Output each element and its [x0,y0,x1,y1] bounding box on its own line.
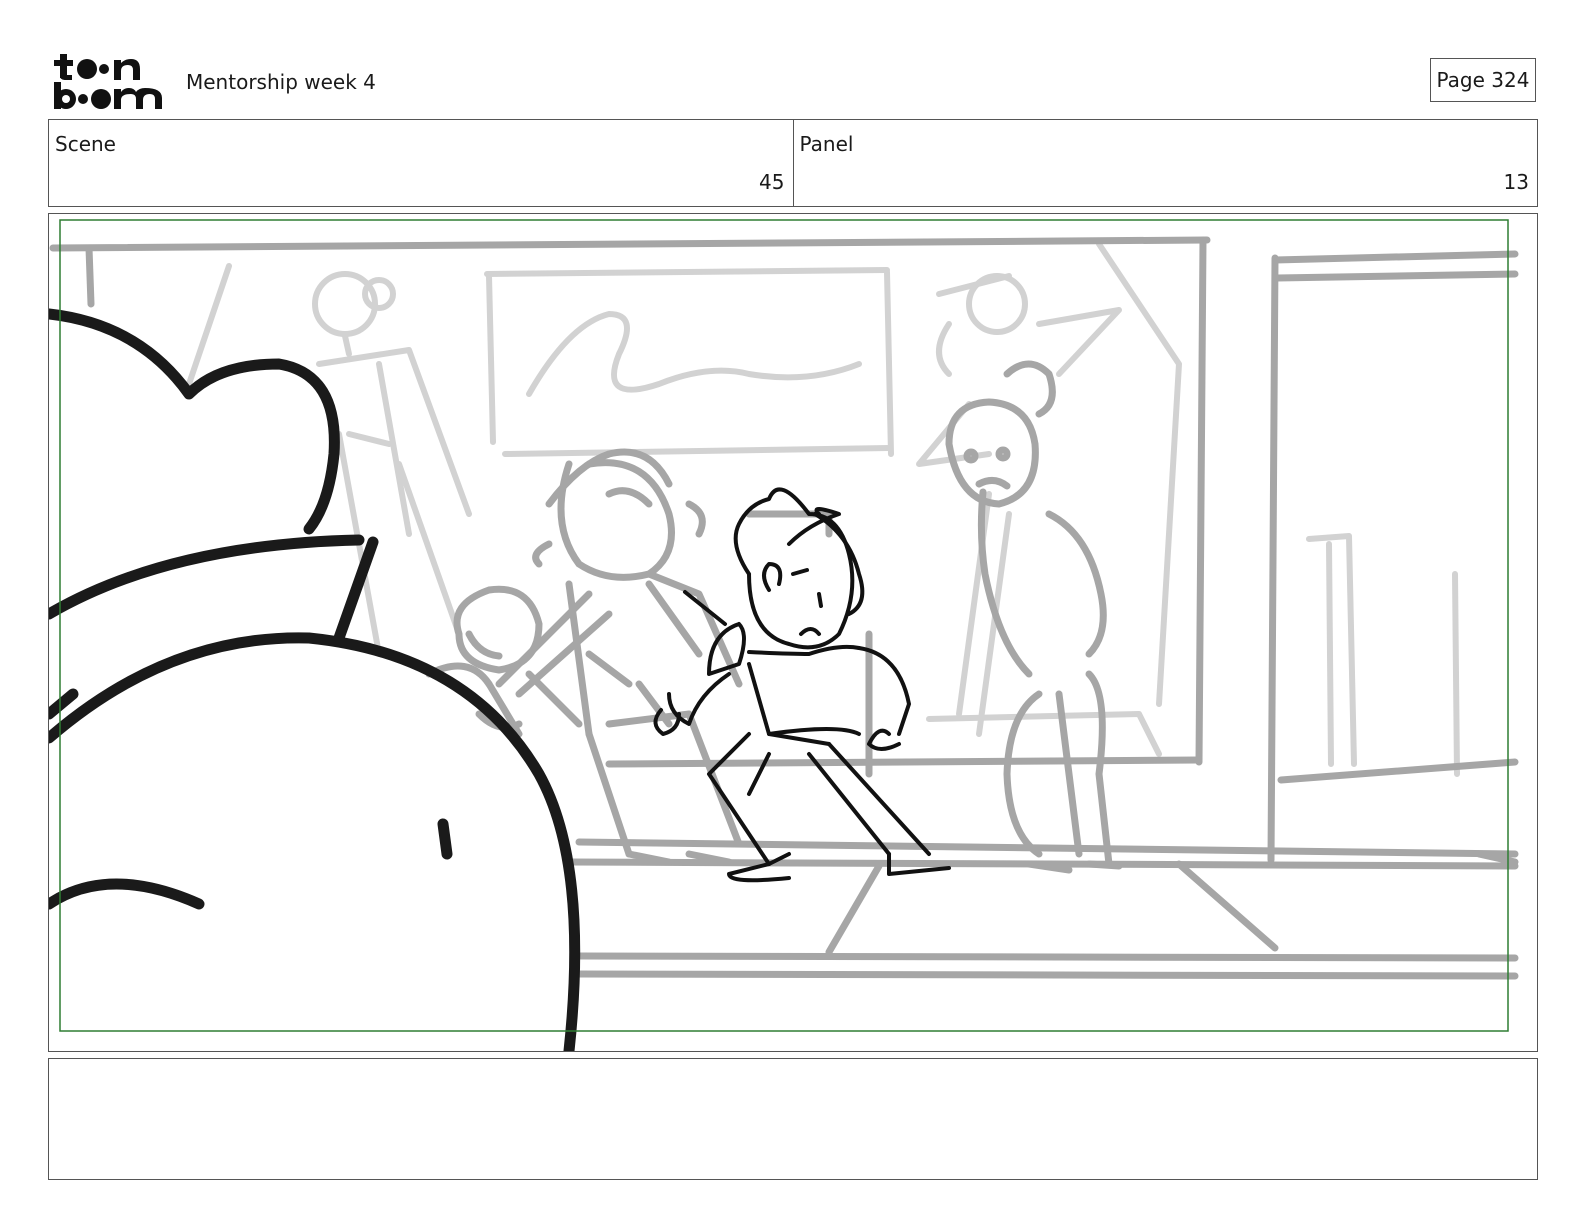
scene-number: 45 [759,170,785,194]
panel-notes-box [48,1058,1538,1180]
page-number: Page 324 [1436,68,1530,92]
scene-label: Scene [55,132,116,156]
background-sketch-mid [49,236,1519,980]
scene-panel-row: Scene 45 Panel 13 [48,119,1538,207]
storyboard-sketch [49,219,1519,1051]
panel-label: Panel [799,132,854,156]
safe-area-guide [59,219,1509,1032]
toonboom-logo [54,54,162,109]
boy-character-sketch [653,487,951,883]
panel-number: 13 [1503,170,1529,194]
scene-cell: Scene 45 [49,120,793,206]
document-title: Mentorship week 4 [186,70,376,94]
panel-cell: Panel 13 [792,120,1538,206]
storyboard-frame [48,213,1538,1052]
page-number-box: Page 324 [1430,58,1536,102]
